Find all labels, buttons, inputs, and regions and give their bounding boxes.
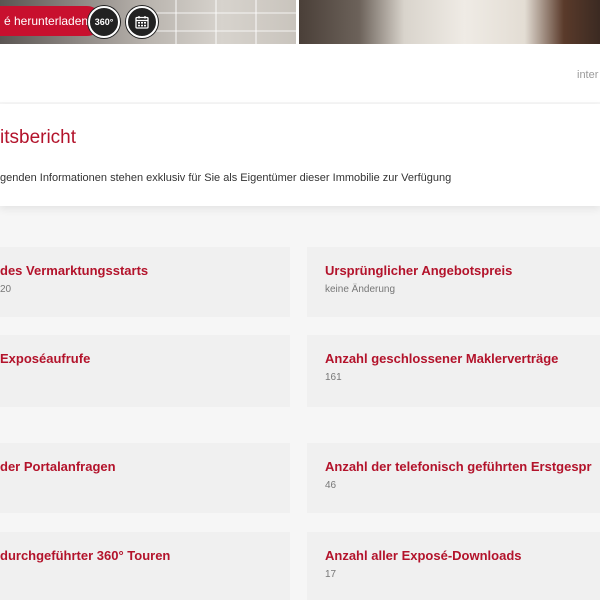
- photo-shelf-line: [215, 0, 217, 44]
- report-card: [0, 104, 600, 206]
- stat-card-360-tours: durchgeführter 360° Touren: [0, 532, 290, 600]
- info-band: [0, 46, 600, 102]
- stat-title: der Portalanfragen: [0, 459, 116, 474]
- stat-card-original-price: Ursprünglicher Angebotspreis keine Änder…: [307, 247, 600, 317]
- stat-title: Ursprünglicher Angebotspreis: [325, 263, 513, 278]
- truncated-header-text: inter: [577, 69, 599, 81]
- stat-card-phone-calls: Anzahl der telefonisch geführten Erstges…: [307, 443, 600, 513]
- stat-title: Anzahl der telefonisch geführten Erstges…: [325, 459, 592, 474]
- stat-value: 17: [325, 569, 337, 580]
- stat-card-expose-views: Exposéaufrufe: [0, 335, 290, 407]
- stat-title: Exposéaufrufe: [0, 351, 91, 366]
- report-subtitle: genden Informationen stehen exklusiv für…: [0, 172, 452, 184]
- photo-shelf-line: [150, 30, 296, 32]
- calendar-icon: [135, 16, 149, 29]
- photo-strip: é herunterladen 360°: [0, 0, 600, 46]
- stat-title: Anzahl geschlossener Maklerverträge: [325, 351, 559, 366]
- photo-shelf-line: [175, 0, 177, 44]
- stat-title: des Vermarktungsstarts: [0, 263, 149, 278]
- property-photo-right[interactable]: [299, 0, 600, 44]
- stat-card-marketing-start: des Vermarktungsstarts 20: [0, 247, 290, 317]
- page: é herunterladen 360° inter itsbericht ge…: [0, 0, 600, 600]
- stat-value: 20: [0, 284, 12, 295]
- stat-card-portal-requests: der Portalanfragen: [0, 443, 290, 513]
- stat-title: durchgeführter 360° Touren: [0, 548, 171, 563]
- download-expose-button[interactable]: é herunterladen: [0, 6, 103, 36]
- tour-360-label: 360°: [94, 17, 114, 27]
- stat-value: keine Änderung: [325, 284, 396, 295]
- report-title: itsbericht: [0, 127, 77, 148]
- stat-value: 46: [325, 480, 337, 491]
- stat-card-expose-downloads: Anzahl aller Exposé-Downloads 17: [307, 532, 600, 600]
- photo-shelf-line: [255, 0, 257, 44]
- stat-card-broker-contracts: Anzahl geschlossener Maklerverträge 161: [307, 335, 600, 407]
- stat-title: Anzahl aller Exposé-Downloads: [325, 548, 522, 563]
- calendar-button[interactable]: [126, 6, 158, 38]
- photo-shelf-line: [150, 12, 296, 14]
- stat-value: 161: [325, 372, 342, 383]
- tour-360-button[interactable]: 360°: [88, 6, 120, 38]
